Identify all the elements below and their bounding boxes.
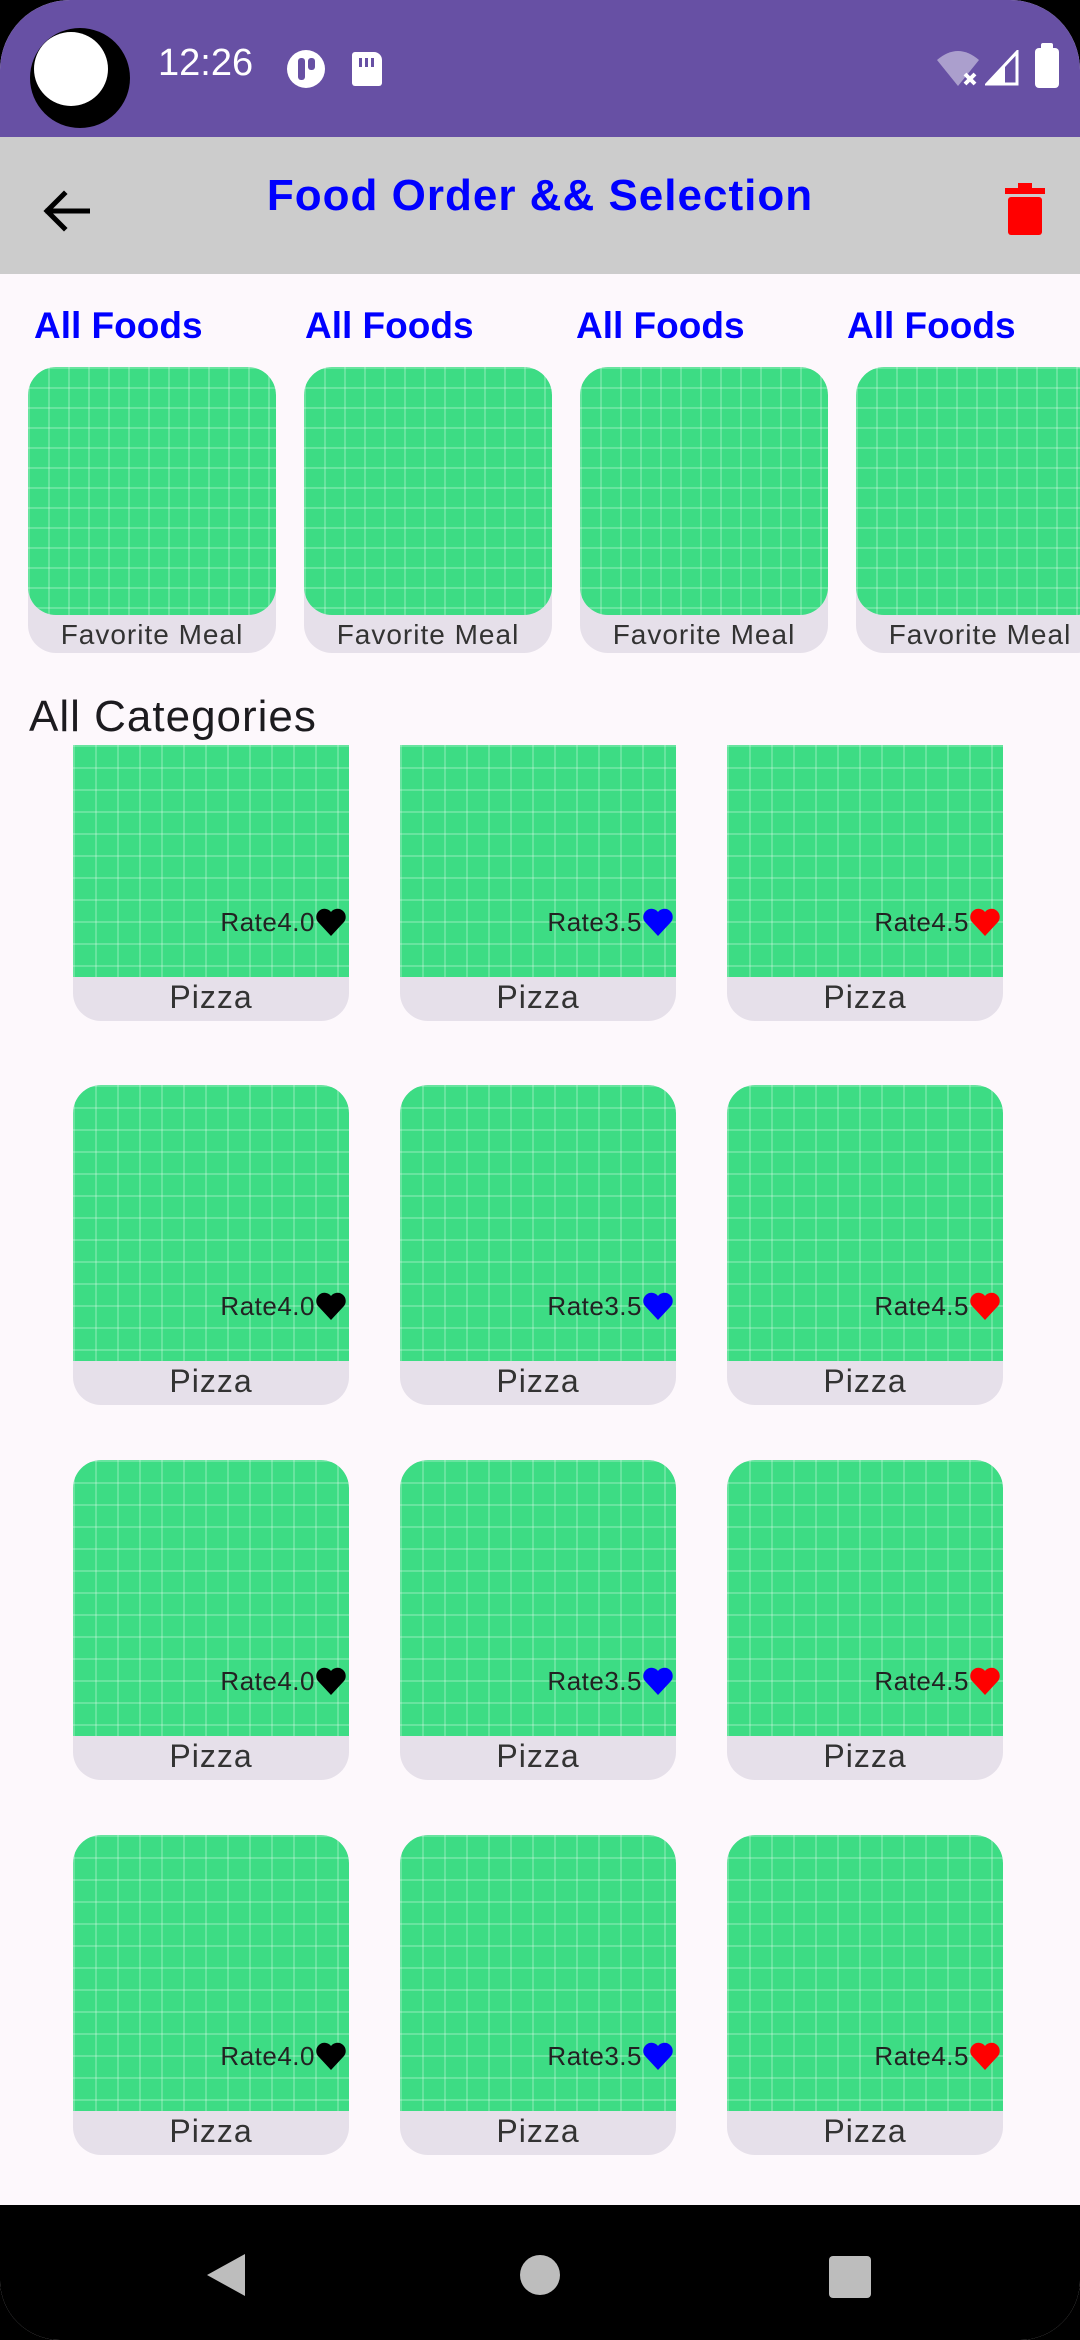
app-notification-icon xyxy=(287,50,325,88)
rating-text: Rate4.5 xyxy=(874,1291,969,1321)
page-title: Food Order && Selection xyxy=(266,171,814,220)
category-card[interactable]: Rate4.0 Pizza xyxy=(73,1835,349,2155)
category-label: Pizza xyxy=(169,1363,253,1399)
heart-icon[interactable] xyxy=(315,1666,347,1696)
category-label: Pizza xyxy=(169,979,253,1015)
heart-icon[interactable] xyxy=(315,2041,347,2071)
category-label: Pizza xyxy=(169,1738,253,1774)
tab-all-foods[interactable]: All Foods xyxy=(847,302,1016,346)
heart-icon[interactable] xyxy=(642,907,674,937)
category-card[interactable]: Rate3.5 Pizza xyxy=(400,1085,676,1405)
category-label: Pizza xyxy=(496,979,580,1015)
rating-text: Rate4.5 xyxy=(874,2041,969,2071)
category-card[interactable]: Rate4.0 Pizza xyxy=(73,745,349,1021)
heart-icon[interactable] xyxy=(969,2041,1001,2071)
category-label: Pizza xyxy=(496,1363,580,1399)
status-bar: 12:26 xyxy=(0,0,1080,137)
category-image xyxy=(73,745,349,977)
heart-icon[interactable] xyxy=(315,1291,347,1321)
rating-text: Rate3.5 xyxy=(547,2041,642,2071)
rating-text: Rate4.5 xyxy=(874,1666,969,1696)
trash-icon xyxy=(1005,183,1045,235)
rating-text: Rate3.5 xyxy=(547,1291,642,1321)
rating-text: Rate3.5 xyxy=(547,1666,642,1696)
status-time: 12:26 xyxy=(158,42,254,84)
category-grid: Rate4.0 Pizza Rate3.5 Pizza Rate4.5 Pizz… xyxy=(0,745,1080,2205)
heart-icon[interactable] xyxy=(969,1291,1001,1321)
heart-icon[interactable] xyxy=(969,1666,1001,1696)
rating-text: Rate3.5 xyxy=(547,907,642,937)
favorite-meal-label: Favorite Meal xyxy=(336,619,520,650)
signal-icon xyxy=(985,50,1019,86)
favorite-meal-label: Favorite Meal xyxy=(60,619,244,650)
section-title: All Categories xyxy=(29,692,317,741)
category-card[interactable]: Rate4.5 Pizza xyxy=(727,1835,1003,2155)
heart-icon[interactable] xyxy=(642,2041,674,2071)
category-card[interactable]: Rate4.5 Pizza xyxy=(727,1460,1003,1780)
tab-all-foods[interactable]: All Foods xyxy=(576,302,745,346)
category-card[interactable]: Rate4.5 Pizza xyxy=(727,745,1003,1021)
heart-icon[interactable] xyxy=(642,1291,674,1321)
favorite-meal-card[interactable]: Favorite Meal xyxy=(28,367,276,653)
category-label: Pizza xyxy=(823,2113,907,2149)
favorite-meal-label: Favorite Meal xyxy=(888,619,1072,650)
category-label: Pizza xyxy=(169,2113,253,2149)
nav-back-icon[interactable] xyxy=(205,2252,247,2298)
rating-text: Rate4.5 xyxy=(874,907,969,937)
battery-icon xyxy=(1035,43,1059,88)
delete-button[interactable] xyxy=(995,173,1055,245)
favorite-meal-card[interactable]: Favorite Meal xyxy=(856,367,1080,653)
rating-text: Rate4.0 xyxy=(220,1291,315,1321)
category-card[interactable]: Rate4.5 Pizza xyxy=(727,1085,1003,1405)
meal-image xyxy=(304,367,552,615)
meal-image xyxy=(28,367,276,615)
category-card[interactable]: Rate4.0 Pizza xyxy=(73,1085,349,1405)
category-label: Pizza xyxy=(496,1738,580,1774)
category-image xyxy=(400,745,676,977)
category-card[interactable]: Rate3.5 Pizza xyxy=(400,1460,676,1780)
heart-icon[interactable] xyxy=(969,907,1001,937)
category-label: Pizza xyxy=(823,979,907,1015)
nav-recents-icon[interactable] xyxy=(829,2256,871,2298)
sd-card-icon xyxy=(352,52,382,86)
category-label: Pizza xyxy=(496,2113,580,2149)
app-bar: Food Order && Selection xyxy=(0,137,1080,274)
category-label: Pizza xyxy=(823,1363,907,1399)
category-card[interactable]: Rate4.0 Pizza xyxy=(73,1460,349,1780)
food-tabs: All Foods All Foods All Foods All Foods xyxy=(0,274,1080,354)
favorite-meal-card[interactable]: Favorite Meal xyxy=(304,367,552,653)
nav-home-icon[interactable] xyxy=(520,2255,560,2295)
heart-icon[interactable] xyxy=(315,907,347,937)
tab-all-foods[interactable]: All Foods xyxy=(34,302,203,346)
category-card[interactable]: Rate3.5 Pizza xyxy=(400,1835,676,2155)
camera-cutout xyxy=(30,28,130,128)
system-navigation-bar xyxy=(0,2205,1080,2340)
rating-text: Rate4.0 xyxy=(220,907,315,937)
category-label: Pizza xyxy=(823,1738,907,1774)
heart-icon[interactable] xyxy=(642,1666,674,1696)
favorite-meal-card[interactable]: Favorite Meal xyxy=(580,367,828,653)
rating-text: Rate4.0 xyxy=(220,2041,315,2071)
rating-text: Rate4.0 xyxy=(220,1666,315,1696)
tab-all-foods[interactable]: All Foods xyxy=(305,302,474,346)
meal-image xyxy=(856,367,1080,615)
favorite-meal-label: Favorite Meal xyxy=(612,619,796,650)
app-screen: 12:26 Food Order && Selection All Foods … xyxy=(0,0,1080,2340)
category-card[interactable]: Rate3.5 Pizza xyxy=(400,745,676,1021)
wifi-off-icon xyxy=(937,51,979,86)
category-image xyxy=(727,745,1003,977)
meal-image xyxy=(580,367,828,615)
